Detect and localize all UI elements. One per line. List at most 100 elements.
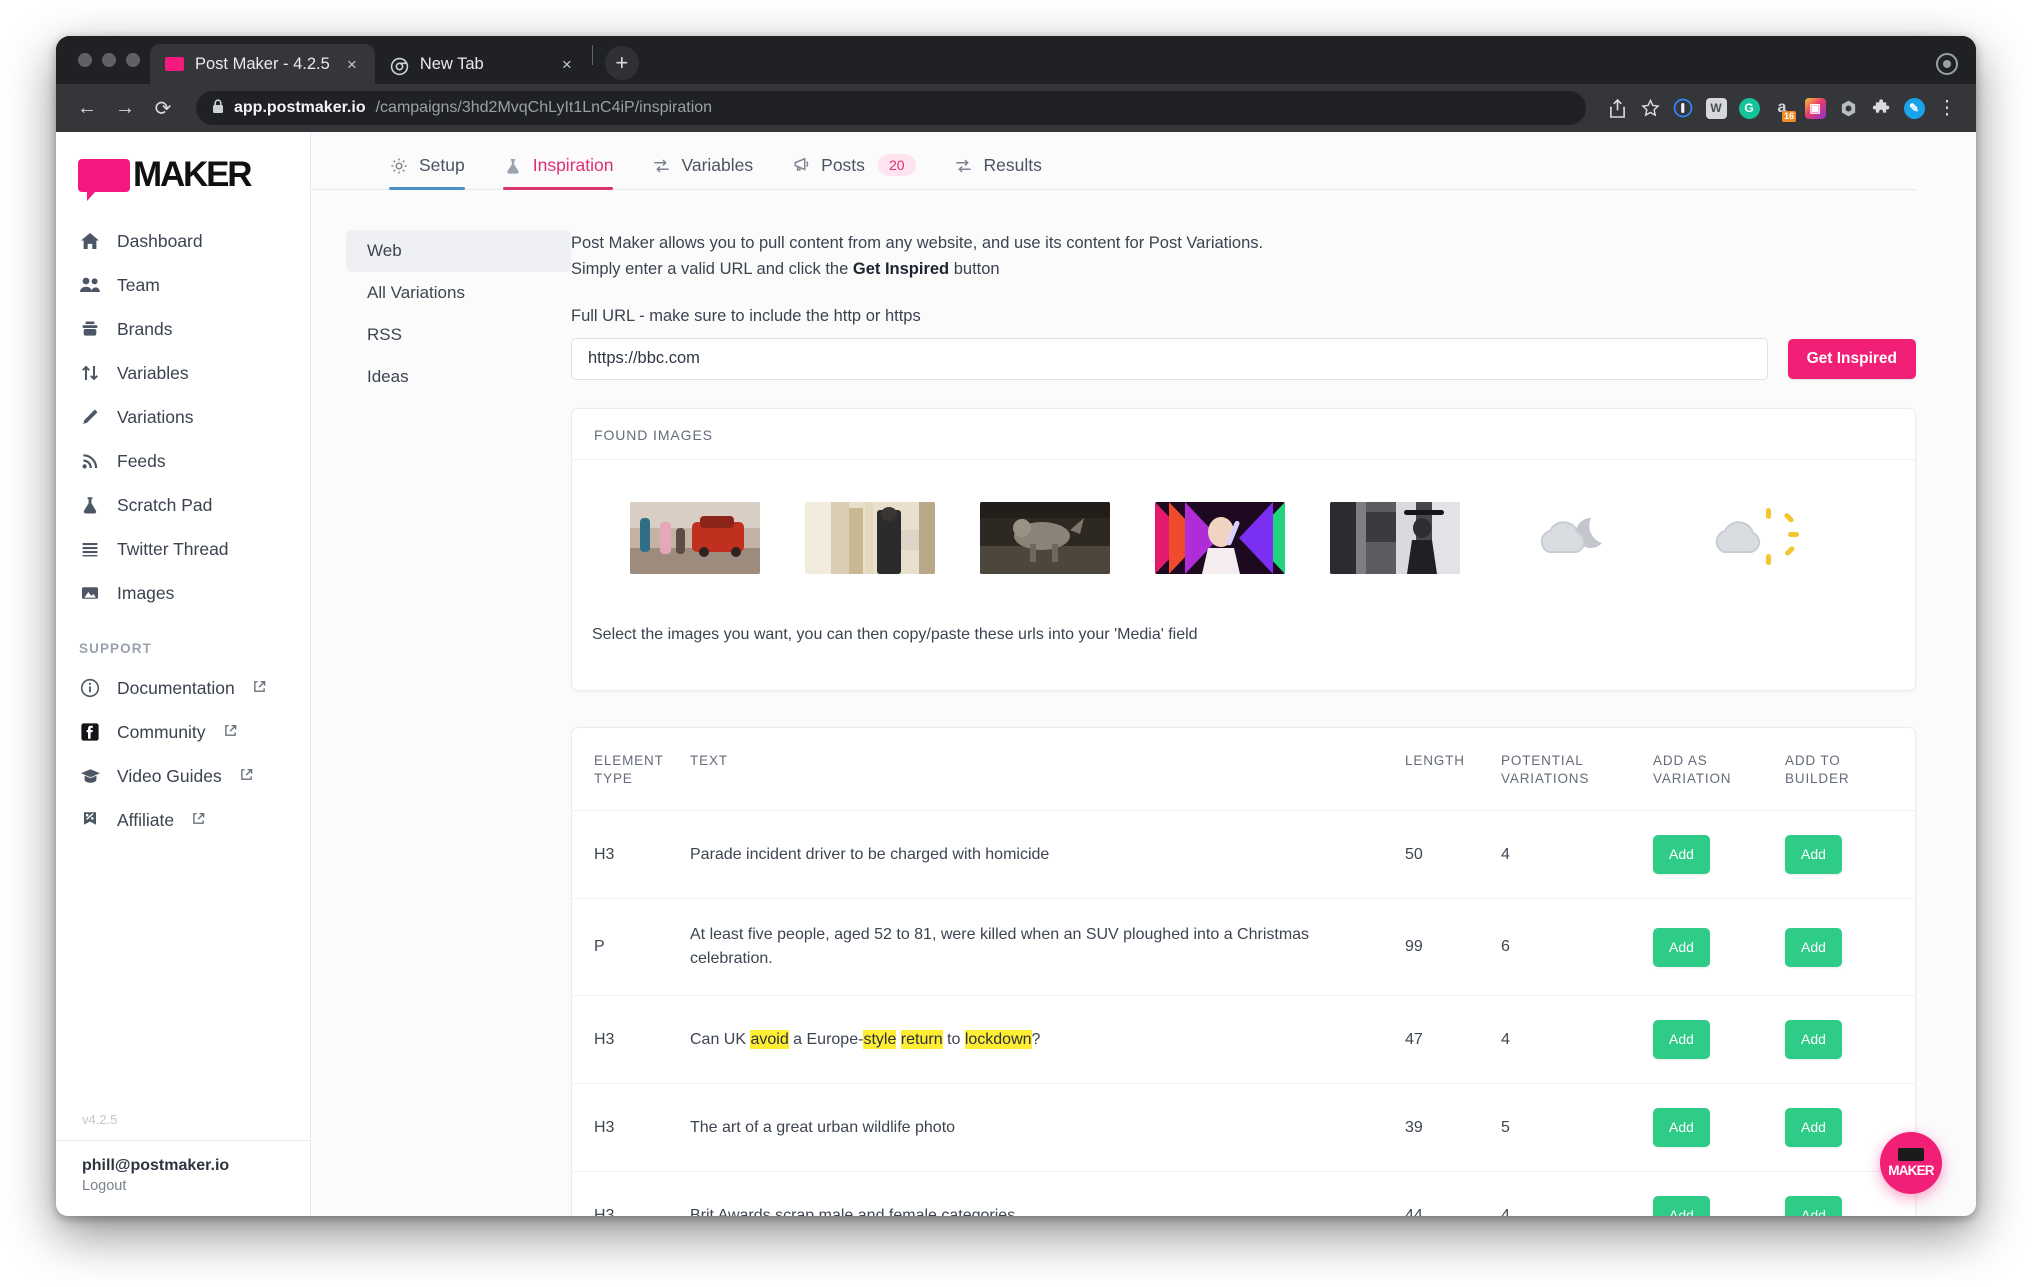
cell-variations: 4	[1501, 810, 1653, 900]
add-to-builder-button[interactable]: Add	[1785, 835, 1842, 875]
add-as-variation-button[interactable]: Add	[1653, 835, 1710, 875]
subnav-item-web[interactable]: Web	[346, 230, 571, 272]
address-path: /campaigns/3hd2MvqChLyIt1LnC4iP/inspirat…	[375, 99, 713, 116]
add-to-builder-button[interactable]: Add	[1785, 1020, 1842, 1060]
tab-underline	[389, 187, 465, 190]
neon-performer-photo[interactable]	[1155, 501, 1285, 574]
profile-indicator-icon[interactable]	[1936, 53, 1958, 75]
weather-cloud-moon-icon[interactable]	[1505, 501, 1635, 574]
add-to-builder-button[interactable]: Add	[1785, 927, 1842, 967]
cell-length: 99	[1405, 898, 1501, 997]
browser-tab-title: New Tab	[419, 55, 484, 73]
tab-posts[interactable]: Posts 20	[773, 154, 935, 189]
sidebar-item-video-guides[interactable]: Video Guides	[56, 754, 310, 798]
dog-night-photo[interactable]	[980, 501, 1110, 574]
add-as-variation-button[interactable]: Add	[1653, 927, 1710, 967]
chrome-icon	[390, 57, 409, 76]
street-scene-red-car-photo[interactable]	[630, 501, 760, 574]
tab-label: Setup	[419, 155, 465, 175]
tab-setup[interactable]: Setup	[371, 155, 485, 190]
sidebar-item-label: Team	[117, 274, 160, 295]
close-window-button[interactable]	[78, 53, 92, 67]
subnav-item-all-variations[interactable]: All Variations	[346, 272, 571, 314]
colorful-grid-icon[interactable]: ▣	[1800, 93, 1830, 123]
cell-text: At least five people, aged 52 to 81, wer…	[690, 898, 1405, 997]
chat-widget-label: MAKER	[1888, 1163, 1934, 1178]
add-as-variation-button[interactable]: Add	[1653, 1020, 1710, 1060]
gym-workout-photo[interactable]	[1330, 501, 1460, 574]
col-add-to-builder: ADD TO BUILDER	[1785, 727, 1915, 812]
sidebar-item-variations[interactable]: Variations	[56, 395, 310, 439]
get-inspired-button[interactable]: Get Inspired	[1787, 338, 1916, 379]
extensions-puzzle-icon[interactable]	[1866, 93, 1896, 123]
cell-element-type: H3	[572, 810, 690, 900]
select-images-hint: Select the images you want, you can then…	[592, 625, 1198, 643]
address-bar[interactable]: app.postmaker.io/campaigns/3hd2MvqChLyIt…	[196, 91, 1586, 125]
app-version: v4.2.5	[56, 1112, 310, 1141]
app-logo[interactable]: MAKER	[56, 132, 310, 213]
sidebar-item-dashboard[interactable]: Dashboard	[56, 219, 310, 263]
amazon-assistant-icon[interactable]: a 16	[1767, 93, 1797, 123]
tab-results[interactable]: Results	[936, 155, 1062, 189]
sidebar-item-team[interactable]: Team	[56, 263, 310, 307]
cell-length: 50	[1405, 810, 1501, 900]
description-line-1: Post Maker allows you to pull content fr…	[571, 234, 1264, 252]
add-to-builder-button[interactable]: Add	[1785, 1196, 1842, 1216]
sidebar-item-twitter-thread[interactable]: Twitter Thread	[56, 527, 310, 571]
back-icon[interactable]: ←	[70, 91, 104, 125]
window-traffic-lights	[72, 36, 150, 84]
extracted-elements-table: ELEMENT TYPE TEXT LENGTH POTENTIAL VARIA…	[572, 727, 1915, 1216]
weather-cloud-sun-icon[interactable]	[1680, 501, 1810, 574]
add-as-variation-button[interactable]: Add	[1653, 1196, 1710, 1216]
table-row: H3 Brit Awards scrap male and female cat…	[572, 1171, 1915, 1216]
subnav-item-ideas[interactable]: Ideas	[346, 356, 571, 398]
tab-label: Results	[983, 155, 1042, 175]
minimize-window-button[interactable]	[102, 53, 116, 67]
share-icon[interactable]	[1602, 93, 1632, 123]
address-host: app.postmaker.io	[234, 99, 366, 116]
bookmark-star-icon[interactable]	[1635, 93, 1665, 123]
sidebar-item-feeds[interactable]: Feeds	[56, 439, 310, 483]
cell-text-highlighted: Can UK avoid a Europe-style return to lo…	[690, 995, 1405, 1085]
sidebar-item-affiliate[interactable]: Affiliate	[56, 798, 310, 842]
sidebar-item-brands[interactable]: Brands	[56, 307, 310, 351]
add-as-variation-button[interactable]: Add	[1653, 1108, 1710, 1148]
settings-hex-icon[interactable]	[1833, 93, 1863, 123]
maximize-window-button[interactable]	[126, 53, 140, 67]
sidebar-item-variables[interactable]: Variables	[56, 351, 310, 395]
extension-icons: W G a 16 ▣ ✎ ⋮	[1602, 93, 1962, 123]
sidebar-item-label: Images	[117, 582, 175, 603]
get-inspired-emphasis: Get Inspired	[852, 260, 950, 279]
browser-tab-new-tab[interactable]: New Tab ×	[375, 44, 590, 84]
url-input[interactable]: https://bbc.com	[571, 337, 1768, 380]
subnav-item-rss[interactable]: RSS	[346, 314, 571, 356]
sidebar-item-documentation[interactable]: Documentation	[56, 666, 310, 710]
chat-widget-button[interactable]: MAKER	[1880, 1132, 1942, 1194]
close-icon[interactable]: ×	[341, 53, 363, 75]
cell-element-type: H3	[572, 1083, 690, 1173]
new-tab-button[interactable]: +	[604, 46, 639, 80]
add-to-builder-button[interactable]: Add	[1785, 1108, 1842, 1148]
close-icon[interactable]: ×	[556, 53, 578, 75]
forward-icon[interactable]: →	[108, 91, 142, 125]
lock-icon	[212, 99, 224, 117]
pane-description: Post Maker allows you to pull content fr…	[571, 230, 1916, 283]
shoppers-street-photo[interactable]	[805, 501, 935, 574]
tab-inspiration[interactable]: Inspiration	[485, 155, 634, 190]
extracted-elements-card: ELEMENT TYPE TEXT LENGTH POTENTIAL VARIA…	[571, 726, 1916, 1216]
graduation-icon	[79, 765, 101, 787]
tab-variables[interactable]: Variables	[633, 155, 773, 189]
source-subnav: Web All Variations RSS Ideas	[311, 230, 571, 1216]
chrome-menu-icon[interactable]: ⋮	[1932, 93, 1962, 123]
reload-icon[interactable]: ⟳	[146, 91, 180, 125]
wikipedia-icon[interactable]: W	[1701, 93, 1731, 123]
sidebar-item-scratch-pad[interactable]: Scratch Pad	[56, 483, 310, 527]
browser-tab-post-maker[interactable]: Post Maker - 4.2.5 ×	[150, 44, 375, 84]
grammarly-icon[interactable]: G	[1734, 93, 1764, 123]
profile-avatar-icon[interactable]: ✎	[1899, 93, 1929, 123]
onepassword-icon[interactable]	[1668, 93, 1698, 123]
logout-button[interactable]: Logout	[82, 1178, 310, 1194]
cell-variations: 5	[1501, 1083, 1653, 1173]
sidebar-item-community[interactable]: Community	[56, 710, 310, 754]
sidebar-item-images[interactable]: Images	[56, 571, 310, 615]
